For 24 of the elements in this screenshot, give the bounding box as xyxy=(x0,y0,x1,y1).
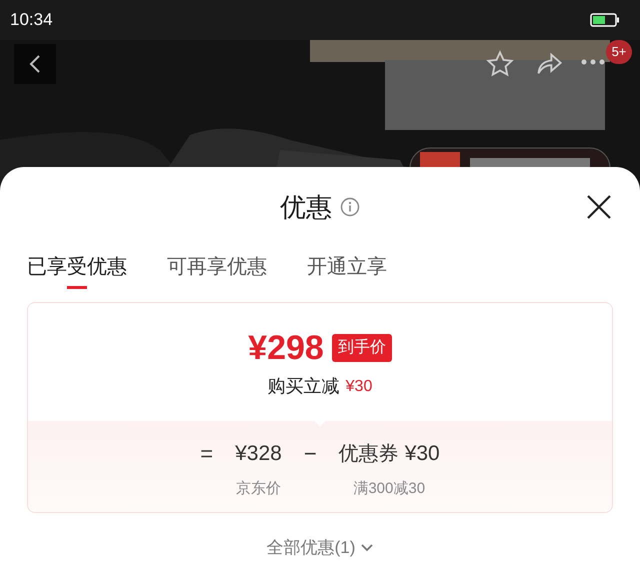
final-price: ¥298 xyxy=(248,331,324,365)
tab[interactable]: 可再享优惠 xyxy=(167,247,267,287)
tab[interactable]: 已享受优惠 xyxy=(27,247,127,287)
coupon-amount: ¥30 xyxy=(404,440,440,467)
base-price: ¥328 xyxy=(235,440,282,467)
tab[interactable]: 开通立享 xyxy=(307,247,387,287)
back-icon[interactable] xyxy=(29,54,41,74)
chevron-down-icon xyxy=(361,544,374,552)
info-icon[interactable] xyxy=(340,197,360,217)
coupon-caption: 满300减30 xyxy=(353,479,426,500)
more-icon[interactable] xyxy=(580,58,606,66)
battery-icon xyxy=(590,13,620,27)
star-icon[interactable] xyxy=(486,50,514,78)
price-tag: 到手价 xyxy=(332,334,392,362)
discount-label: 购买立减 xyxy=(268,375,340,398)
equals-sign: = xyxy=(200,440,214,468)
minus-sign: − xyxy=(304,440,317,468)
coupon-label: 优惠券 xyxy=(338,442,399,467)
all-offers-link[interactable]: 全部优惠(1) xyxy=(266,535,374,560)
sheet-title: 优惠 xyxy=(280,190,332,224)
status-time: 10:34 xyxy=(10,9,53,32)
discount-amount: ¥30 xyxy=(346,376,372,396)
base-price-caption: 京东价 xyxy=(236,479,281,500)
close-icon[interactable] xyxy=(586,194,612,220)
